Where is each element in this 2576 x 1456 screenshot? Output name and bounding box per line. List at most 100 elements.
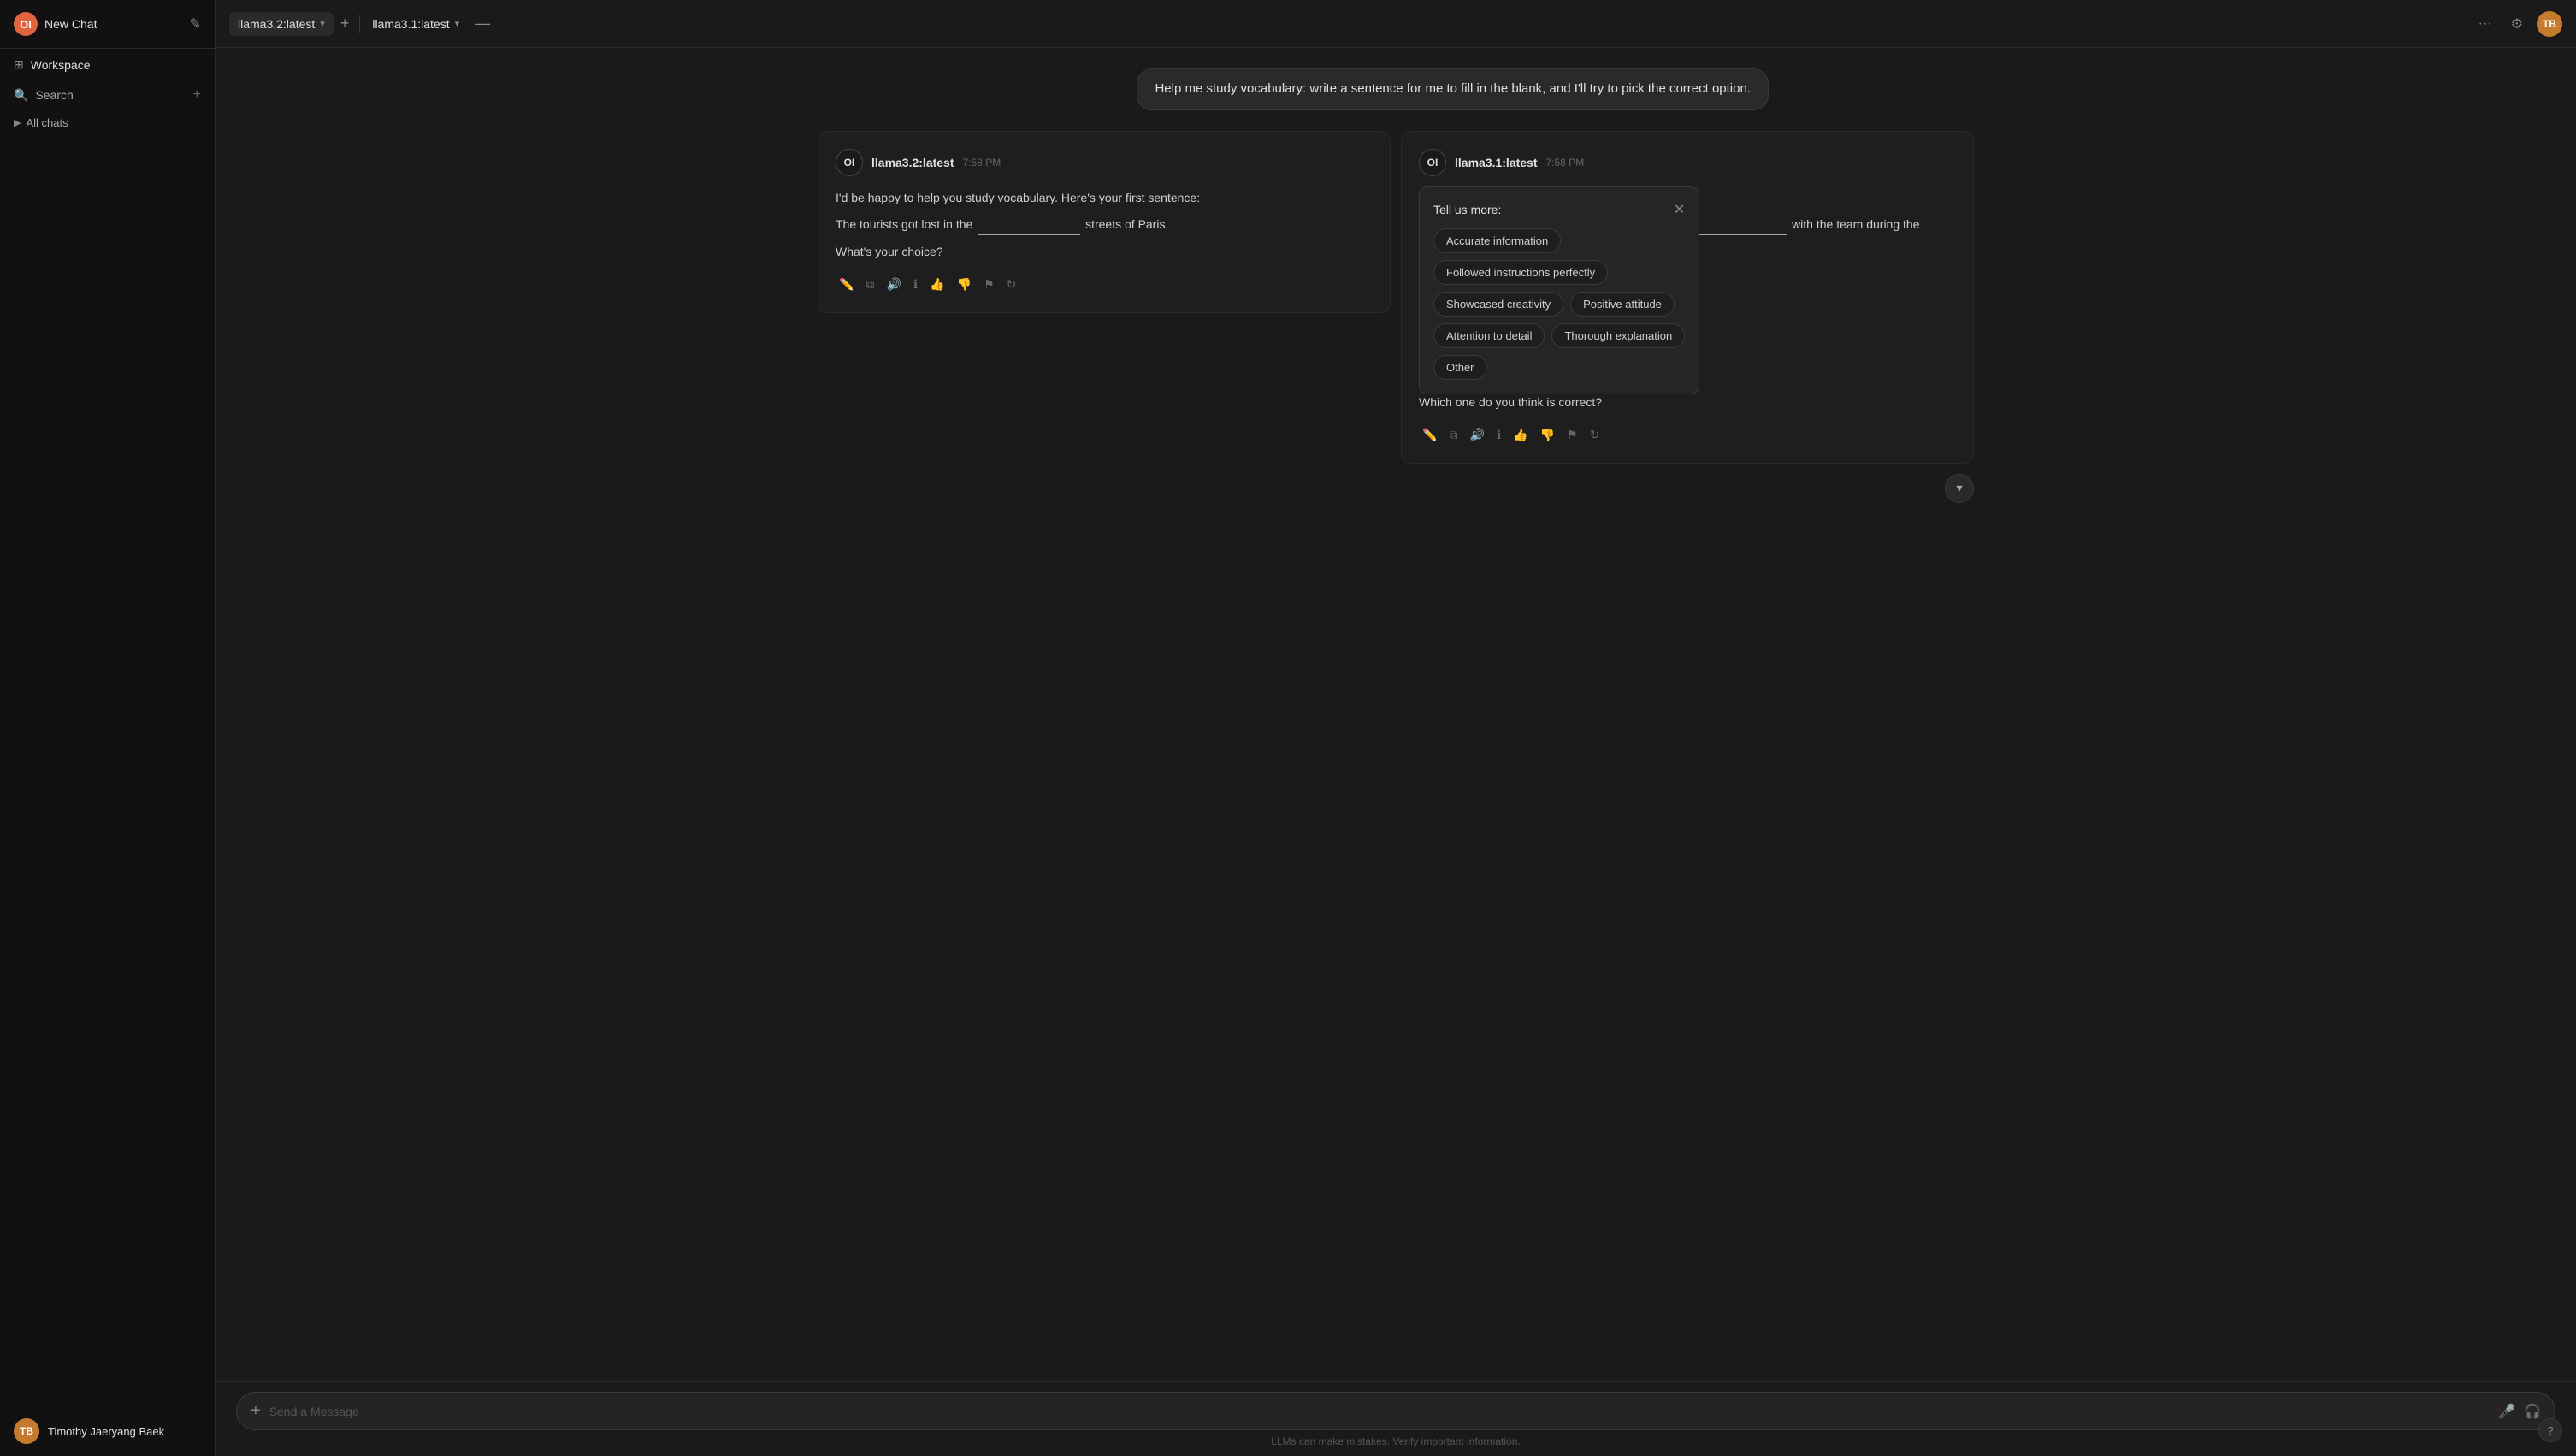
headphone-icon: 🎧 [2524,1405,2541,1419]
tab-model1[interactable]: llama3.2:latest ▾ [229,12,334,36]
ai1-refresh-button[interactable]: ↻ [1003,274,1020,295]
topbar: llama3.2:latest ▾ + llama3.1:latest ▾ — … [216,0,2576,48]
ai1-edit-button[interactable]: ✏️ [836,274,857,295]
ai2-copy-button[interactable]: ⧉ [1445,424,1461,446]
feedback-options: Accurate information Followed instructio… [1433,228,1685,380]
settings-button[interactable]: ⚙ [2506,12,2528,36]
feedback-option-attention[interactable]: Attention to detail [1433,323,1545,348]
ai1-info-button[interactable]: ℹ [910,274,921,295]
fill-blank-2 [1684,215,1787,235]
sidebar: OI New Chat ✎ ⊞ Workspace 🔍 Search + ▶ A… [0,0,216,1456]
new-chat-label: New Chat [44,17,97,31]
user-message-text: Help me study vocabulary: write a senten… [1155,81,1751,96]
tab-model2[interactable]: llama3.1:latest ▾ [363,12,468,36]
chevron-right-icon: ▶ [14,117,21,128]
ai2-action-bar: ✏️ ⧉ 🔊 ℹ 👍 👎 ⚑ ↻ [1419,424,1956,446]
ai1-thumbup-button[interactable]: 👍 [926,274,948,295]
input-add-button[interactable]: + [251,1401,261,1421]
microphone-button[interactable]: 🎤 [2498,1403,2515,1420]
tab-separator [359,15,360,33]
ai1-sentence: The tourists got lost in the streets of … [836,215,1373,235]
feedback-popup-header: Tell us more: ✕ [1433,201,1685,218]
model2-label: llama3.1:latest [372,17,449,31]
feedback-option-other[interactable]: Other [1433,355,1487,380]
ai2-logo: OI [1419,149,1446,176]
ai2-refresh-button[interactable]: ↻ [1586,424,1604,446]
remove-tab-button[interactable]: — [468,11,497,36]
ai2-header: OI llama3.1:latest 7:58 PM [1419,149,1956,176]
sidebar-logo-row[interactable]: OI New Chat [14,12,97,36]
sidebar-header: OI New Chat ✎ [0,0,215,49]
feedback-row-4: Other [1433,355,1685,380]
input-bar: + 🎤 🎧 [236,1392,2555,1430]
sidebar-item-workspace[interactable]: ⊞ Workspace [0,49,215,80]
scroll-down-button[interactable]: ▾ [1945,474,1974,503]
user-message-wrapper: Help me study vocabulary: write a senten… [1002,68,1789,110]
feedback-close-button[interactable]: ✕ [1674,201,1685,218]
ai2-question: Which one do you think is correct? [1419,393,1956,412]
app-logo: OI [14,12,38,36]
feedback-option-instructions[interactable]: Followed instructions perfectly [1433,260,1608,285]
feedback-row-3: Attention to detail Thorough explanation [1433,323,1685,348]
ai1-action-bar: ✏️ ⧉ 🔊 ℹ 👍 👎 ⚑ ↻ [836,274,1373,295]
feedback-option-thorough[interactable]: Thorough explanation [1551,323,1685,348]
model2-chevron-icon: ▾ [455,18,460,29]
message-input[interactable] [269,1405,2490,1418]
feedback-option-positive[interactable]: Positive attitude [1570,292,1675,317]
model1-label: llama3.2:latest [238,17,315,31]
workspace-label: Workspace [31,58,91,72]
help-button[interactable]: ? [2538,1418,2562,1442]
feedback-row-2: Showcased creativity Positive attitude [1433,292,1685,317]
ai1-intro: I'd be happy to help you study vocabular… [836,188,1373,208]
main-content: llama3.2:latest ▾ + llama3.1:latest ▾ — … [216,0,2576,1456]
feedback-option-accurate[interactable]: Accurate information [1433,228,1561,253]
chat-area: Help me study vocabulary: write a senten… [216,48,2576,1381]
ai2-model-name: llama3.1:latest [1455,156,1538,169]
feedback-popup: Tell us more: ✕ Accurate information Fol… [1419,186,1699,394]
workspace-icon: ⊞ [14,57,24,72]
sidebar-search[interactable]: 🔍 Search + [0,80,215,109]
feedback-popup-title: Tell us more: [1433,203,1501,216]
ai2-edit-button[interactable]: ✏️ [1419,424,1440,446]
ai1-thumbdown-button[interactable]: 👎 [954,274,975,295]
ai2-thumbdown-button[interactable]: 👎 [1537,424,1558,446]
input-bar-wrapper: + 🎤 🎧 LLMs can make mistakes. Verify imp… [216,1381,2576,1456]
all-chats-label: All chats [26,116,68,129]
add-tab-button[interactable]: + [334,11,357,36]
search-icon: 🔍 [14,88,28,103]
ai2-thumbup-button[interactable]: 👍 [1510,424,1531,446]
ai-response-panel-1: OI llama3.2:latest 7:58 PM I'd be happy … [818,131,1391,313]
ai2-flag-button[interactable]: ⚑ [1563,424,1581,446]
ai1-flag-button[interactable]: ⚑ [980,274,998,295]
new-search-icon[interactable]: + [193,87,201,103]
ai1-model-name: llama3.2:latest [871,156,954,169]
sidebar-user-name: Timothy Jaeryang Baek [48,1425,164,1438]
plus-icon: + [251,1401,261,1420]
mic-icon: 🎤 [2498,1405,2515,1419]
feedback-option-creativity[interactable]: Showcased creativity [1433,292,1563,317]
ai2-audio-button[interactable]: 🔊 [1466,424,1487,446]
sidebar-item-all-chats[interactable]: ▶ All chats [0,109,215,136]
ai-response-panel-2: OI llama3.1:latest 7:58 PM Here's your f… [1401,131,1974,464]
sidebar-footer-user[interactable]: TB Timothy Jaeryang Baek [0,1406,215,1456]
ai1-logo: OI [836,149,863,176]
feedback-row-1: Followed instructions perfectly [1433,260,1685,285]
ai1-timestamp: 7:58 PM [963,157,1001,169]
ai1-copy-button[interactable]: ⧉ [862,274,877,295]
ai1-header: OI llama3.2:latest 7:58 PM [836,149,1373,176]
ai-responses-row: OI llama3.2:latest 7:58 PM I'd be happy … [797,131,1994,464]
ai2-info-button[interactable]: ℹ [1493,424,1504,446]
sidebar-user-avatar: TB [14,1418,39,1444]
headphone-button[interactable]: 🎧 [2524,1403,2541,1420]
disclaimer-text: LLMs can make mistakes. Verify important… [236,1430,2555,1449]
fill-blank-1 [978,215,1080,235]
topbar-actions: ··· ⚙ TB [2473,11,2562,37]
ai1-audio-button[interactable]: 🔊 [883,274,904,295]
more-options-button[interactable]: ··· [2473,13,2497,35]
user-message-bubble: Help me study vocabulary: write a senten… [1137,68,1769,110]
feedback-row-0: Accurate information [1433,228,1685,253]
edit-icon[interactable]: ✎ [190,15,201,33]
topbar-user-avatar[interactable]: TB [2537,11,2562,37]
ai1-response-body: I'd be happy to help you study vocabular… [836,188,1373,262]
ai1-question: What's your choice? [836,242,1373,262]
